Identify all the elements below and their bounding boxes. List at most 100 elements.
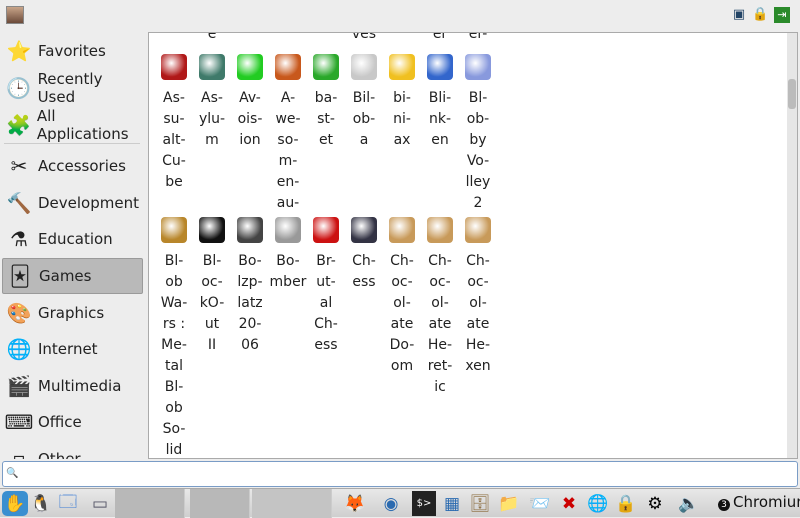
app-label-fragment: e: [207, 32, 217, 42]
app-icon: [161, 54, 187, 80]
app-icon: [313, 54, 339, 80]
firefox-icon[interactable]: 🦊: [342, 491, 368, 516]
app-label-line: ylu-: [198, 111, 226, 127]
sidebar-item-internet[interactable]: 🌐 Internet: [2, 331, 143, 367]
mail-icon[interactable]: 📨: [528, 491, 552, 516]
app-label-line: ret-: [427, 358, 453, 374]
sidebar-item-recently-used[interactable]: 🕒 Recently Used: [2, 70, 143, 106]
app-label-line: alt-: [162, 132, 186, 148]
app-launcher[interactable]: Ch-ess: [345, 217, 383, 293]
display-icon[interactable]: ▣: [731, 7, 747, 23]
sidebar-item-label: Other: [38, 450, 81, 459]
app-label-line: He-: [465, 337, 491, 353]
app-icon: [275, 217, 301, 243]
terminal-icon[interactable]: $>: [412, 491, 436, 516]
search-input[interactable]: [17, 464, 787, 484]
app-label-line: be: [165, 174, 183, 190]
app-label-line: ate: [390, 316, 414, 332]
app-label-line: kO-: [199, 295, 225, 311]
app-label-line: al: [319, 295, 333, 311]
app-launcher[interactable]: Av-ois-ion: [231, 54, 269, 151]
sidebar-item-label: Multimedia: [38, 377, 122, 395]
app-label-line: ob: [165, 274, 183, 290]
app-label-line: lzp-: [237, 274, 263, 290]
start-menu-icon[interactable]: ✋: [2, 491, 28, 516]
app-label-line: 20-: [238, 316, 262, 332]
app-launcher[interactable]: Bl-oc-kO-ut II: [193, 217, 231, 356]
workspace-1[interactable]: [115, 489, 185, 518]
app-launcher[interactable]: Bo-lzp-latz 20- 06: [231, 217, 269, 356]
app-launcher[interactable]: Bl-ob-by Vo-lley 2: [459, 54, 497, 214]
sidebar-item-graphics[interactable]: 🎨 Graphics: [2, 295, 143, 331]
app-launcher[interactable]: Bil-ob-a: [345, 54, 383, 151]
app-label-line: oc-: [201, 274, 223, 290]
sidebar-item-office[interactable]: ⌨ Office: [2, 404, 143, 440]
app-icon: [237, 217, 263, 243]
show-desktop-icon[interactable]: 🗔: [55, 491, 81, 516]
chromium-launcher-icon[interactable]: ◉: [378, 491, 404, 516]
app-launcher[interactable]: Bl-ob Wa-rs : Me-tal Bl-ob So-lid: [155, 217, 193, 458]
volume-icon[interactable]: 🔈: [676, 491, 702, 516]
applications-icon: 🧩: [6, 113, 31, 137]
workspace-2[interactable]: [190, 489, 250, 518]
window-icon[interactable]: ▭: [90, 491, 110, 516]
settings-tools-icon[interactable]: ✖: [556, 491, 582, 516]
sidebar-item-games[interactable]: 🃏 Games: [2, 258, 143, 294]
app-label-line: Ch-: [314, 316, 338, 332]
scrollbar-thumb[interactable]: [788, 79, 796, 109]
app-launcher[interactable]: bi-ni-ax: [383, 54, 421, 151]
app-label-line: rs :: [162, 316, 186, 332]
app-label-line: Bli-: [428, 90, 452, 106]
app-icon: [389, 217, 415, 243]
sidebar-item-favorites[interactable]: ⭐ Favorites: [2, 33, 143, 69]
app-launcher[interactable]: Ch-oc-ol-ate He-ret-ic: [421, 217, 459, 398]
sidebar-item-all-applications[interactable]: 🧩 All Applications: [2, 107, 143, 143]
app-label-line: Bo-: [276, 253, 300, 269]
network-icon[interactable]: 🌐: [586, 491, 610, 516]
hammer-icon: 🔨: [6, 191, 32, 215]
lock-icon[interactable]: 🔒: [752, 7, 768, 23]
app-label-line: ol-: [393, 295, 411, 311]
settings-icon[interactable]: ⚙: [642, 491, 668, 516]
taskbar-window-chromium[interactable]: 3Chromium: [718, 493, 800, 511]
logout-icon[interactable]: ⇥: [774, 7, 790, 23]
archive-icon[interactable]: 🗄: [468, 491, 492, 516]
app-label-line: ut-: [316, 274, 336, 290]
app-launcher[interactable]: A-we-so-m-en-au-: [269, 54, 307, 214]
sidebar-item-label: Graphics: [38, 304, 105, 322]
app-label-line: Av-: [239, 90, 261, 106]
search-box[interactable]: 🔍: [2, 461, 798, 487]
app-label-line: lley: [465, 174, 491, 190]
app-icon: [389, 54, 415, 80]
app-label-line: om: [390, 358, 414, 374]
app-label-line: Bo-: [238, 253, 262, 269]
app-launcher[interactable]: As-ylu-m: [193, 54, 231, 151]
lock-screen-icon[interactable]: 🔒: [615, 491, 636, 516]
sidebar-item-education[interactable]: ⚗ Education: [2, 221, 143, 257]
app-label-line: Wa-: [160, 295, 188, 311]
app-icon: [199, 217, 225, 243]
app-launcher[interactable]: ba-st-et: [307, 54, 345, 151]
sidebar-item-other[interactable]: ▫ Other: [2, 441, 143, 459]
app-icon: [161, 217, 187, 243]
user-avatar[interactable]: [6, 6, 24, 24]
app-launcher[interactable]: As-su-alt- Cu-be: [155, 54, 193, 193]
app-label-line: Vo-: [466, 153, 490, 169]
tux-icon[interactable]: 🐧: [30, 491, 52, 516]
app-label-line: Ch-: [428, 253, 452, 269]
workspace-3[interactable]: [252, 489, 332, 518]
app-label-line: Br-: [316, 253, 336, 269]
clock-icon: 🕒: [6, 76, 32, 100]
sidebar-item-accessories[interactable]: ✂ Accessories: [2, 148, 143, 184]
scrollbar[interactable]: [787, 33, 797, 458]
app-launcher[interactable]: Br-ut-al Ch-ess: [307, 217, 345, 356]
app-launcher[interactable]: Ch-oc-ol-ate He-xen: [459, 217, 497, 377]
sidebar-item-development[interactable]: 🔨 Development: [2, 185, 143, 221]
file-manager-icon[interactable]: 📁: [496, 491, 522, 516]
app-launcher[interactable]: Ch-oc-ol-ate Do-om: [383, 217, 421, 377]
calculator-icon[interactable]: ▦: [440, 491, 464, 516]
app-launcher[interactable]: Bli-nk-en: [421, 54, 459, 151]
sidebar-item-multimedia[interactable]: 🎬 Multimedia: [2, 368, 143, 404]
app-launcher[interactable]: Bo-mber: [269, 217, 307, 293]
app-label-line: oc-: [429, 274, 451, 290]
